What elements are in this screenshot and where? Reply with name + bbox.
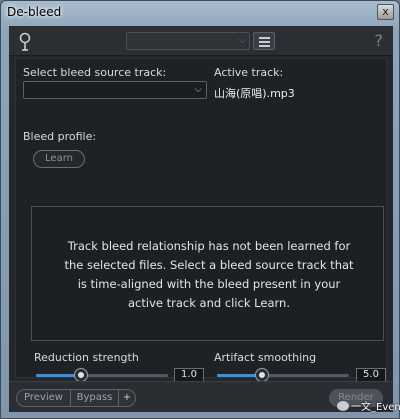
- window-title: De-bleed: [7, 5, 62, 19]
- info-message: Track bleed relationship has not been le…: [64, 239, 354, 310]
- learn-button[interactable]: Learn: [33, 150, 85, 168]
- artifact-smoothing-value[interactable]: 5.0: [356, 368, 386, 382]
- artifact-smoothing-thumb[interactable]: [255, 369, 268, 381]
- hamburger-icon: [259, 41, 270, 43]
- menu-button[interactable]: [253, 32, 275, 50]
- artifact-smoothing-slider[interactable]: [217, 369, 349, 381]
- close-button[interactable]: x: [377, 4, 394, 20]
- de-bleed-panel: Select bleed source track: ⌵ Active trac…: [15, 58, 387, 382]
- preview-bypass-group: Preview Bypass +: [16, 389, 136, 407]
- bleed-profile-label: Bleed profile:: [23, 130, 97, 143]
- active-track-label: Active track:: [214, 66, 284, 79]
- active-track-value: 山海(原唱).mp3: [214, 87, 295, 100]
- source-track-label: Select bleed source track:: [23, 66, 167, 79]
- plugin-window: De-bleed x ⌵ ? Select bleed source track…: [0, 0, 400, 419]
- client-area: ⌵ ? Select bleed source track: ⌵ Active …: [9, 26, 393, 412]
- watermark-text: 一文_Even: [351, 402, 400, 413]
- hamburger-icon: [259, 45, 270, 47]
- reduction-strength-label: Reduction strength: [34, 351, 139, 364]
- source-track-dropdown[interactable]: ⌵: [23, 81, 207, 99]
- artifact-smoothing-label: Artifact smoothing: [214, 351, 317, 364]
- add-button[interactable]: +: [119, 390, 135, 406]
- microphone-icon[interactable]: [18, 32, 32, 52]
- preset-dropdown[interactable]: ⌵: [126, 32, 250, 50]
- weibo-logo-icon: [337, 401, 349, 411]
- reduction-strength-slider[interactable]: [36, 369, 168, 381]
- reduction-strength-value[interactable]: 1.0: [174, 368, 204, 382]
- preview-button[interactable]: Preview: [17, 390, 71, 406]
- info-box: Track bleed relationship has not been le…: [31, 206, 384, 341]
- chevron-down-icon: ⌵: [194, 84, 202, 95]
- bottom-toolbar: Preview Bypass + Render: [9, 381, 393, 412]
- title-bar[interactable]: De-bleed x: [1, 1, 399, 25]
- reduction-strength-thumb[interactable]: [74, 369, 87, 381]
- watermark: 一文_Even: [337, 398, 400, 413]
- bypass-button[interactable]: Bypass: [71, 390, 119, 406]
- help-icon[interactable]: ?: [375, 31, 384, 50]
- top-toolbar: ⌵ ?: [9, 26, 393, 56]
- hamburger-icon: [259, 37, 270, 39]
- chevron-down-icon: ⌵: [238, 35, 246, 46]
